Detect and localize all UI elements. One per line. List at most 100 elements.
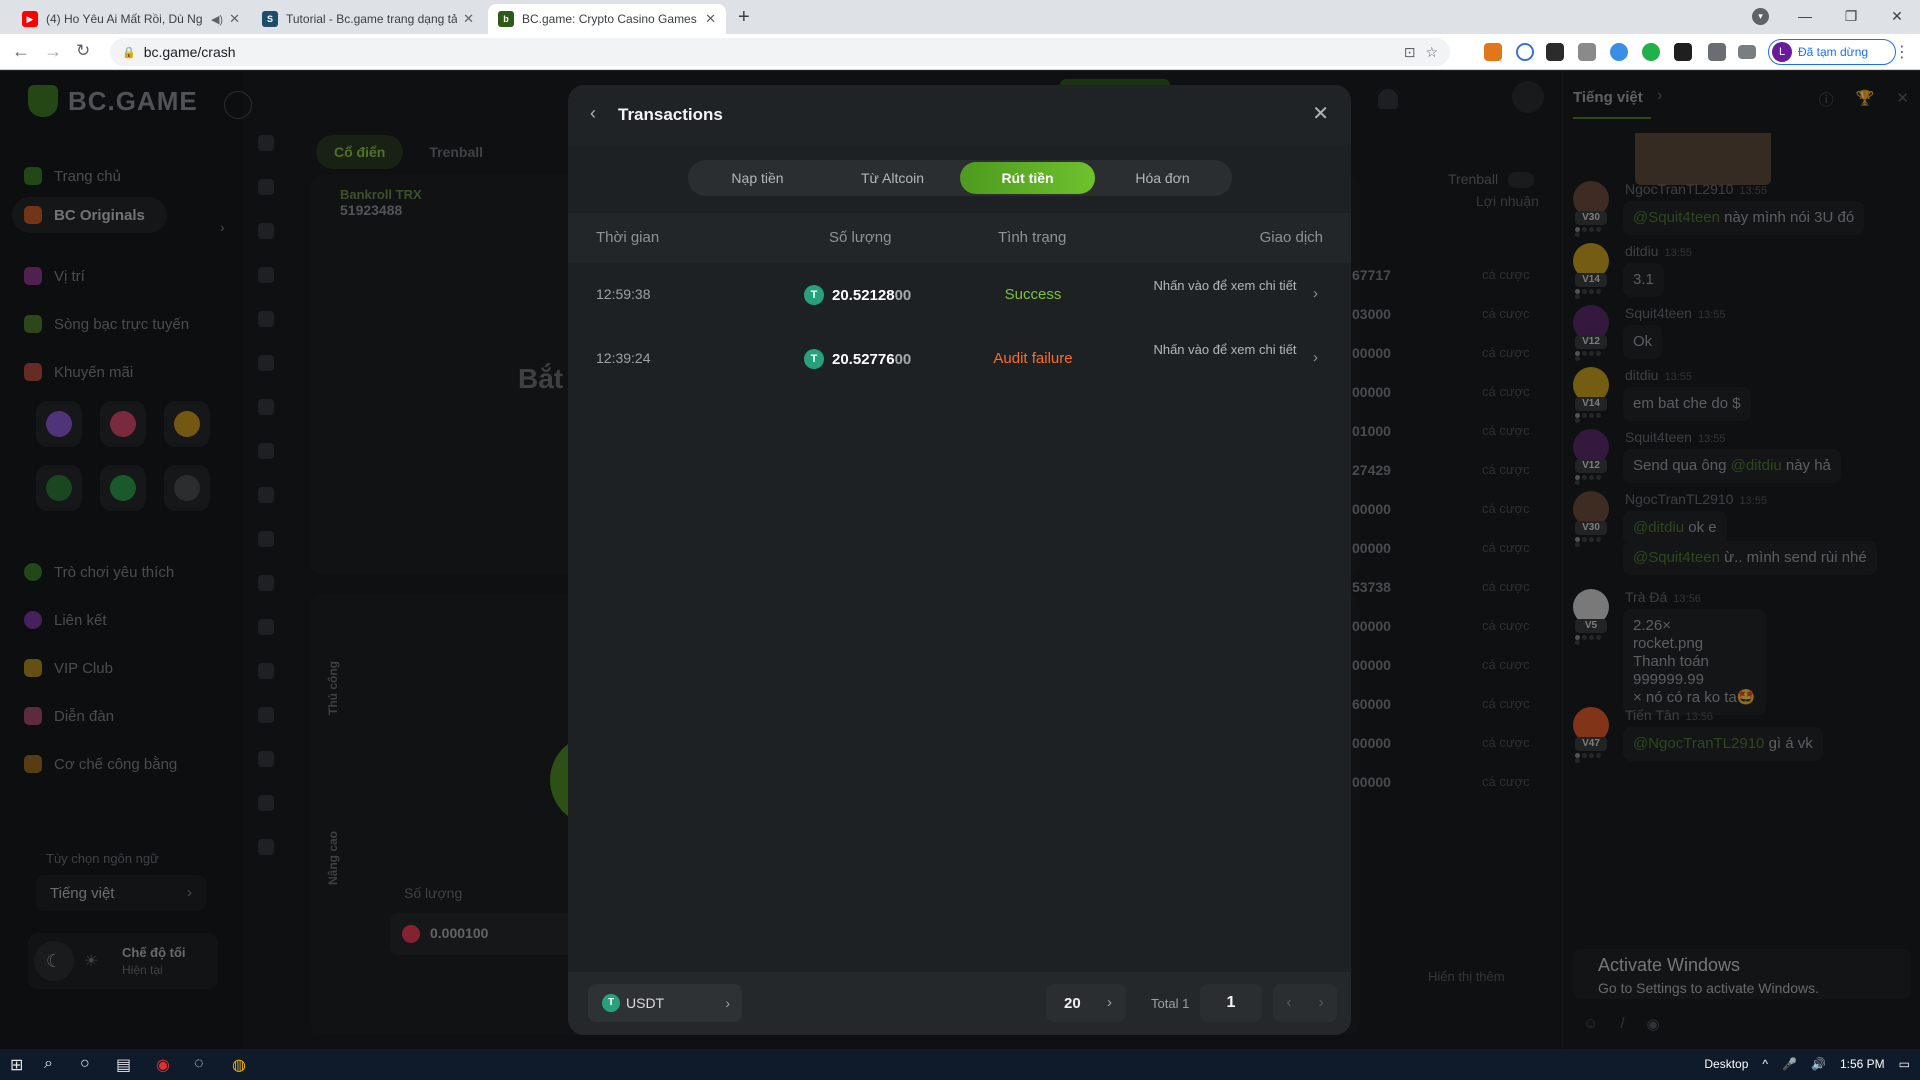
chrome-icon[interactable]: ◍ xyxy=(232,1055,246,1075)
back-chevron-icon[interactable]: ‹ xyxy=(590,103,596,124)
chevron-right-icon[interactable]: › xyxy=(1313,285,1318,302)
chevron-right-icon: › xyxy=(725,995,730,1011)
minimize-icon[interactable]: — xyxy=(1782,0,1828,34)
row-amount: T 20.52776 00 xyxy=(804,349,911,369)
table-row[interactable]: 12:39:24 T 20.52776 00 Audit failure Nhấn… xyxy=(568,327,1351,391)
reload-icon[interactable]: ↻ xyxy=(76,41,90,61)
task-view-icon[interactable]: ▤ xyxy=(116,1055,131,1075)
browser-tab-youtube[interactable]: ▶ (4) Ho Yêu Ai Mất Rồi, Dù Ng ◀) ✕ xyxy=(12,4,250,34)
recorder-app-icon[interactable]: ◉ xyxy=(156,1055,170,1075)
new-tab-icon[interactable]: + xyxy=(738,6,750,29)
back-arrow-icon[interactable]: ← xyxy=(12,41,30,62)
status-badge: Success xyxy=(1004,286,1062,303)
address-bar[interactable]: 🔒 bc.game/crash ⊡ ☆ xyxy=(110,38,1450,66)
row-time: 12:39:24 xyxy=(596,350,651,366)
close-icon[interactable]: ✕ xyxy=(1312,101,1329,126)
bcgame-favicon-icon: b xyxy=(498,11,514,27)
app-icon[interactable]: ◌ xyxy=(194,1055,204,1073)
detail-link[interactable]: Nhấn vào để xem chi tiết xyxy=(1150,342,1300,358)
tab-title: BC.game: Crypto Casino Games & xyxy=(522,12,700,26)
bookmark-star-icon[interactable]: ☆ xyxy=(1425,44,1438,61)
more-menu-icon[interactable]: ⋮ xyxy=(1894,42,1910,62)
system-tray: Desktop ^ 🎤 🔊 1:56 PM ▭ xyxy=(1704,1057,1910,1071)
per-page-select[interactable]: 20 › xyxy=(1046,984,1126,1022)
install-app-icon[interactable]: ⊡ xyxy=(1404,44,1416,61)
forward-arrow-icon[interactable]: → xyxy=(44,41,62,62)
extension-circle-icon[interactable] xyxy=(1516,43,1534,61)
col-amount: Số lượng xyxy=(829,229,892,246)
window-close-icon[interactable]: ✕ xyxy=(1874,0,1920,34)
total-count: Total 1 xyxy=(1151,996,1190,1011)
browser-tab-bcgame[interactable]: b BC.game: Crypto Casino Games & ✕ xyxy=(488,4,726,34)
usdt-icon: T xyxy=(602,994,620,1012)
chevron-up-icon[interactable]: ^ xyxy=(1762,1057,1768,1071)
desktop-toolbar[interactable]: Desktop xyxy=(1704,1057,1748,1071)
browser-toolbar: ← → ↻ 🔒 bc.game/crash ⊡ ☆ L Đã tạm dừng … xyxy=(0,34,1920,70)
profile-status: Đã tạm dừng xyxy=(1798,45,1869,59)
windows-start-icon[interactable]: ⊞ xyxy=(10,1055,23,1075)
clock[interactable]: 1:56 PM xyxy=(1840,1057,1885,1071)
amount-main: 20.52128 xyxy=(832,286,895,304)
row-amount: T 20.52128 00 xyxy=(804,285,911,305)
close-tab-icon[interactable]: ✕ xyxy=(463,11,474,27)
chevron-right-icon[interactable]: › xyxy=(1313,349,1318,366)
tab-bills[interactable]: Hóa đơn xyxy=(1095,162,1230,194)
modal-title: Transactions xyxy=(618,105,723,124)
reading-list-icon[interactable] xyxy=(1738,45,1756,59)
col-status: Tình trạng xyxy=(998,229,1067,246)
currency-select[interactable]: T USDT › xyxy=(588,984,742,1022)
tab-title: (4) Ho Yêu Ai Mất Rồi, Dù Ng xyxy=(46,12,203,26)
browser-tab-tutorial[interactable]: S Tutorial - Bc.game trang dạng tả ✕ xyxy=(252,4,484,34)
modal-footer: T USDT › 20 › Total 1 1 ‹ › xyxy=(568,972,1351,1035)
tab-title: Tutorial - Bc.game trang dạng tả xyxy=(286,12,458,26)
cortana-icon[interactable]: ○ xyxy=(80,1055,90,1073)
profile-button[interactable]: L Đã tạm dừng xyxy=(1768,39,1896,65)
pagination-nav: ‹ › xyxy=(1273,984,1337,1022)
maximize-icon[interactable]: ❐ xyxy=(1828,0,1874,34)
table-header: Thời gian Số lượng Tình trạng Giao dịch xyxy=(568,213,1351,263)
lock-icon[interactable]: 🔒 xyxy=(122,46,136,59)
per-page-value: 20 xyxy=(1064,995,1081,1012)
col-time: Thời gian xyxy=(596,229,660,246)
modal-header: ‹ Transactions ✕ xyxy=(568,85,1351,145)
avatar: L xyxy=(1772,42,1792,62)
table-row[interactable]: 12:59:38 T 20.52128 00 Success Nhấn vào đ… xyxy=(568,263,1351,327)
status-badge: Audit failure xyxy=(993,350,1073,367)
metamask-extension-icon[interactable] xyxy=(1484,43,1502,61)
windows-taskbar: ⊞ ⌕ ○ ▤ ◉ ◌ ◍ Desktop ^ 🎤 🔊 1:56 PM ▭ xyxy=(0,1049,1920,1080)
binance-extension-icon[interactable] xyxy=(1546,43,1564,61)
chevron-right-icon: › xyxy=(1107,994,1112,1011)
amount-main: 20.52776 xyxy=(832,350,895,368)
tab-withdraw[interactable]: Rút tiền xyxy=(960,162,1095,194)
tab-from-altcoin[interactable]: Từ Altcoin xyxy=(825,162,960,194)
puzzle-extensions-icon[interactable] xyxy=(1708,43,1726,61)
close-tab-icon[interactable]: ✕ xyxy=(229,11,240,27)
page-number[interactable]: 1 xyxy=(1200,984,1262,1022)
volume-icon[interactable]: 🔊 xyxy=(1811,1057,1826,1071)
url-text: bc.game/crash xyxy=(143,44,236,60)
wallet-extension-icon[interactable] xyxy=(1674,43,1692,61)
next-page-icon[interactable]: › xyxy=(1305,984,1337,1022)
tab-deposit[interactable]: Nạp tiền xyxy=(690,162,825,194)
notifications-icon[interactable]: ▭ xyxy=(1899,1057,1910,1071)
speaker-icon[interactable]: ◀) xyxy=(211,13,223,26)
detail-link[interactable]: Nhấn vào để xem chi tiết xyxy=(1150,278,1300,294)
prev-page-icon[interactable]: ‹ xyxy=(1273,984,1305,1022)
row-time: 12:59:38 xyxy=(596,286,651,302)
youtube-icon: ▶ xyxy=(22,11,38,27)
tab-search-icon[interactable]: ▾ xyxy=(1752,8,1769,25)
usdt-icon: T xyxy=(804,285,824,305)
omnibox-actions: ⊡ ☆ xyxy=(1404,38,1450,66)
transaction-type-tabs: Nạp tiền Từ Altcoin Rút tiền Hóa đơn xyxy=(688,160,1232,196)
close-tab-icon[interactable]: ✕ xyxy=(705,11,716,27)
col-transaction: Giao dịch xyxy=(1259,229,1323,246)
microphone-icon[interactable]: 🎤 xyxy=(1782,1057,1797,1071)
transactions-modal: ‹ Transactions ✕ Nạp tiền Từ Altcoin Rút… xyxy=(568,85,1351,1035)
window-controls: — ❐ ✕ xyxy=(1782,0,1920,34)
site-favicon-icon: S xyxy=(262,11,278,27)
dollar-extension-icon[interactable] xyxy=(1642,43,1660,61)
qr-extension-icon[interactable] xyxy=(1578,43,1596,61)
search-icon[interactable]: ⌕ xyxy=(44,1055,53,1073)
currency-value: USDT xyxy=(626,995,665,1011)
cloud-extension-icon[interactable] xyxy=(1610,43,1628,61)
